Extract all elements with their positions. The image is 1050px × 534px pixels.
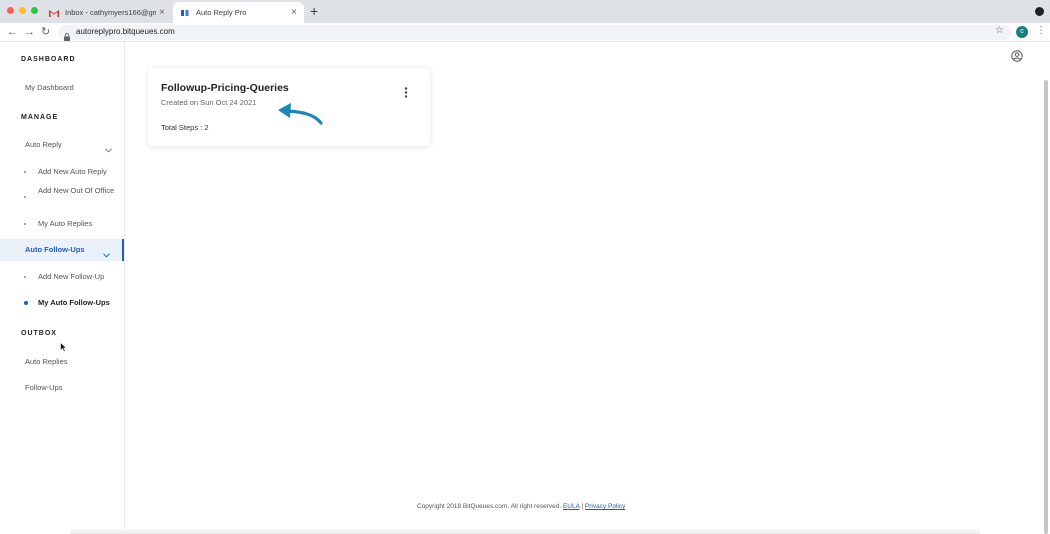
- section-heading-manage: MANAGE: [21, 114, 59, 121]
- url-text: autoreplypro.bitqueues.com: [76, 27, 175, 36]
- browser-tab-bar: Inbox - cathymyers166@gmail × Auto Reply…: [0, 0, 1050, 23]
- sidebar: DASHBOARD My Dashboard MANAGE Auto Reply…: [0, 42, 125, 534]
- sidebar-subitem-add-new-out-of-office[interactable]: Add New Out Of Office: [24, 185, 119, 198]
- sidebar-subitem-my-auto-follow-ups[interactable]: My Auto Follow-Ups: [24, 297, 119, 309]
- tab-gmail-inbox[interactable]: Inbox - cathymyers166@gmail ×: [44, 2, 172, 23]
- new-tab-button[interactable]: +: [310, 4, 318, 18]
- sidebar-item-auto-follow-ups[interactable]: Auto Follow-Ups: [0, 239, 124, 261]
- chevron-down-icon: [103, 245, 110, 263]
- back-arrow-icon[interactable]: ←: [7, 25, 18, 39]
- sidebar-item-follow-ups[interactable]: Follow-Ups: [25, 383, 63, 392]
- sidebar-item-auto-reply[interactable]: Auto Reply: [0, 134, 124, 156]
- section-heading-dashboard: DASHBOARD: [21, 56, 76, 63]
- sidebar-item-label: Auto Follow-Ups: [25, 245, 85, 254]
- profile-avatar[interactable]: c: [1016, 26, 1028, 38]
- bullet-icon: [24, 276, 26, 278]
- footer-separator: |: [581, 503, 584, 510]
- chevron-down-icon: [105, 140, 112, 158]
- reload-icon[interactable]: ↻: [41, 25, 50, 39]
- sidebar-item-label: Auto Reply: [25, 140, 62, 149]
- browser-toolbar: ← → ↻ autoreplypro.bitqueues.com ☆ c ⋮: [0, 23, 1050, 42]
- window-maximize-button[interactable]: [31, 7, 38, 14]
- sidebar-subitem-my-auto-replies[interactable]: My Auto Replies: [24, 218, 119, 230]
- forward-arrow-icon[interactable]: →: [24, 25, 35, 39]
- followup-total-steps: Total Steps : 2: [161, 123, 209, 132]
- footer-divider: [70, 529, 980, 534]
- autoreply-favicon: [180, 8, 190, 18]
- window-minimize-button[interactable]: [19, 7, 26, 14]
- annotation-arrow-icon: [276, 102, 324, 131]
- eula-link[interactable]: EULA: [563, 503, 580, 510]
- tab-title: Auto Reply Pro: [196, 8, 247, 17]
- sidebar-item-my-dashboard[interactable]: My Dashboard: [25, 83, 74, 92]
- copyright-text: Copyright 2018 BitQueues.com, All right …: [417, 503, 562, 510]
- privacy-policy-link[interactable]: Privacy Policy: [585, 503, 625, 510]
- bullet-icon: [24, 171, 26, 173]
- chrome-profile-indicator[interactable]: [1035, 7, 1044, 16]
- window-close-button[interactable]: [7, 7, 14, 14]
- bookmark-star-icon[interactable]: ☆: [995, 25, 1004, 36]
- sidebar-subitem-add-new-auto-reply[interactable]: Add New Auto Reply: [24, 166, 119, 178]
- section-heading-outbox: OUTBOX: [21, 330, 57, 337]
- mouse-cursor-icon: [60, 339, 68, 357]
- page-footer: Copyright 2018 BitQueues.com, All right …: [417, 503, 625, 510]
- gmail-icon: [49, 8, 59, 18]
- user-account-icon[interactable]: [1011, 49, 1023, 67]
- followup-title[interactable]: Followup-Pricing-Queries: [161, 82, 289, 94]
- address-bar[interactable]: autoreplypro.bitqueues.com: [58, 25, 1012, 41]
- bullet-icon: [24, 301, 28, 305]
- sidebar-item-auto-replies[interactable]: Auto Replies: [25, 357, 68, 366]
- browser-menu-icon[interactable]: ⋮: [1036, 25, 1046, 36]
- tab-title: Inbox - cathymyers166@gmail: [65, 8, 156, 17]
- followup-created-date: Created on Sun Oct 24 2021: [161, 98, 257, 107]
- close-icon[interactable]: ×: [156, 7, 168, 18]
- bullet-icon: [24, 223, 26, 225]
- bullet-icon: [24, 196, 26, 198]
- page-scrollbar[interactable]: [1044, 80, 1048, 534]
- close-icon[interactable]: ×: [288, 7, 300, 18]
- sidebar-subitem-add-new-follow-up[interactable]: Add New Follow-Up: [24, 271, 119, 283]
- more-options-icon[interactable]: [404, 85, 408, 103]
- tab-auto-reply-pro[interactable]: Auto Reply Pro ×: [173, 2, 304, 23]
